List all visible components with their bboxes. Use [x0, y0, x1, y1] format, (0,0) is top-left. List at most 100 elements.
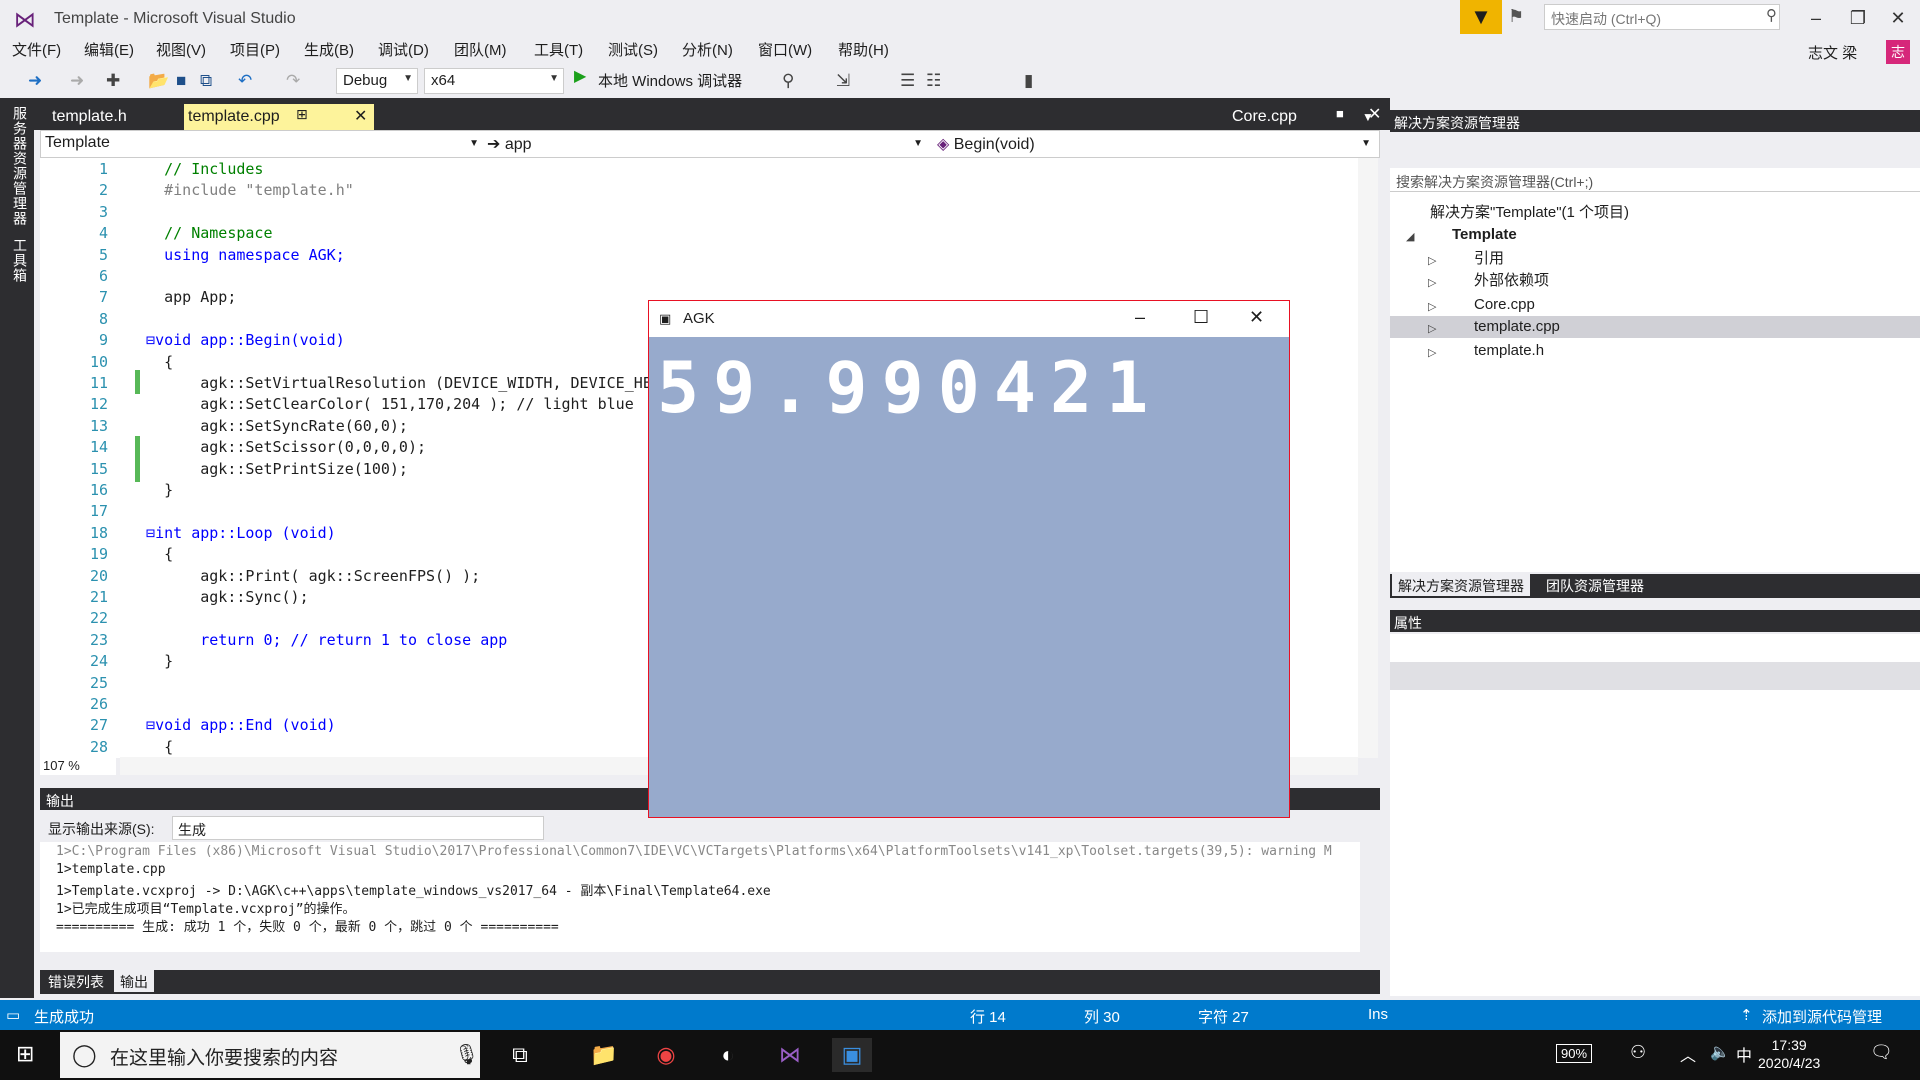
search-icon[interactable]: ⚲ — [1766, 6, 1777, 24]
close-button[interactable]: ✕ — [1249, 307, 1264, 328]
microphone-icon[interactable]: 🎙 — [454, 1042, 479, 1067]
menu-file[interactable]: 文件(F) — [12, 40, 61, 62]
menu-project[interactable]: 项目(P) — [230, 40, 280, 62]
notification-filter-icon[interactable]: ▼ — [1460, 0, 1502, 34]
save-icon[interactable]: ■ — [176, 70, 186, 92]
tab-output[interactable]: 输出 — [114, 970, 154, 992]
step-icon[interactable]: ⇲ — [836, 70, 850, 92]
save-all-icon[interactable]: ⧉ — [200, 70, 212, 92]
status-ins: Ins — [1368, 1006, 1389, 1023]
chevron-up-icon[interactable]: ︿ — [1680, 1042, 1696, 1066]
nav-scope-select[interactable]: Template ▼ — [45, 134, 485, 152]
maximize-button[interactable]: ☐ — [1193, 307, 1209, 328]
comment-icon[interactable]: ☷ — [926, 70, 941, 92]
tab-team-explorer[interactable]: 团队资源管理器 — [1540, 574, 1650, 596]
avatar[interactable]: 志 — [1886, 40, 1910, 64]
clock[interactable]: 17:39 2020/4/23 — [1758, 1036, 1820, 1072]
tab-core-cpp[interactable]: Core.cpp ■ ✕ — [1224, 104, 1381, 130]
tree-item-project[interactable]: Template — [1452, 224, 1517, 246]
minimize-button[interactable]: – — [1794, 2, 1838, 34]
taskbar-search-input[interactable]: 在这里输入你要搜索的内容 — [60, 1032, 480, 1078]
forward-icon[interactable]: ➜ — [70, 70, 84, 92]
tab-solution-explorer[interactable]: 解决方案资源管理器 — [1392, 574, 1530, 596]
menu-team[interactable]: 团队(M) — [454, 40, 507, 62]
tab-template-cpp[interactable]: template.cpp ⊞ ✕ — [184, 104, 374, 130]
menu-build[interactable]: 生成(B) — [304, 40, 354, 62]
start-debug-icon[interactable]: ▶ — [574, 66, 586, 86]
tree-selection-highlight — [1390, 316, 1920, 338]
window-title: Template - Microsoft Visual Studio — [54, 10, 296, 27]
menu-tools[interactable]: 工具(T) — [534, 40, 583, 62]
user-name[interactable]: 志文 梁 — [1808, 42, 1857, 63]
feedback-icon[interactable]: ⚑ — [1508, 6, 1524, 27]
server-explorer-tab[interactable]: 服务器资源管理器 — [10, 106, 30, 226]
minimize-button[interactable]: – — [1135, 307, 1145, 328]
menu-test[interactable]: 测试(S) — [608, 40, 658, 62]
bookmark-icon[interactable]: ▮ — [1024, 70, 1033, 92]
close-button[interactable]: ✕ — [1876, 2, 1920, 34]
menu-edit[interactable]: 编辑(E) — [84, 40, 134, 62]
back-icon[interactable]: ➜ — [28, 70, 42, 92]
menu-debug[interactable]: 调试(D) — [378, 40, 429, 62]
agk-title-bar[interactable]: ▣ AGK – ☐ ✕ — [649, 301, 1289, 337]
expand-icon[interactable]: ▷ — [1428, 254, 1436, 267]
tab-error-list[interactable]: 错误列表 — [42, 970, 110, 992]
solution-search-input[interactable]: 搜索解决方案资源管理器(Ctrl+;) — [1390, 168, 1920, 192]
redo-icon[interactable]: ↷ — [286, 70, 300, 92]
nav-member-select[interactable]: ◈ Begin(void) ▼ — [937, 134, 1377, 154]
ime-indicator[interactable]: 中 — [1736, 1042, 1752, 1066]
tab-list-dropdown-icon[interactable]: ▼ — [1362, 110, 1374, 124]
configuration-select[interactable]: Debug ▼ — [336, 68, 418, 94]
menu-view[interactable]: 视图(V) — [156, 40, 206, 62]
collapse-icon[interactable]: ◢ — [1406, 230, 1414, 243]
properties-object-select[interactable] — [1390, 634, 1920, 662]
expand-icon[interactable]: ▷ — [1428, 276, 1436, 289]
agk-render-canvas[interactable]: 59.990421 — [649, 337, 1289, 817]
agk-window-icon[interactable]: ▣ — [832, 1038, 872, 1072]
zoom-select[interactable]: 107 % — [40, 757, 116, 775]
chevron-down-icon: ▼ — [403, 73, 413, 84]
pin-icon[interactable]: ⊞ — [296, 106, 308, 123]
notification-icon[interactable]: 🗨 — [1870, 1042, 1893, 1063]
undo-icon[interactable]: ↶ — [238, 70, 252, 92]
line-number: 22 — [89, 609, 108, 628]
tree-item-core-cpp[interactable]: Core.cpp — [1474, 294, 1535, 316]
close-icon[interactable]: ✕ — [354, 106, 367, 126]
open-file-icon[interactable]: 📂 — [148, 70, 169, 92]
quick-launch-input[interactable]: 快速启动 (Ctrl+Q) — [1544, 4, 1780, 30]
windows-start-icon[interactable]: ⊞ — [16, 1042, 40, 1066]
tab-template-h[interactable]: template.h — [44, 104, 135, 130]
toolbox-tab[interactable]: 工具箱 — [10, 238, 30, 283]
start-debug-button[interactable]: 本地 Windows 调试器 — [598, 70, 742, 91]
people-icon[interactable]: ⚇ — [1630, 1042, 1646, 1063]
tree-item-references[interactable]: 引用 — [1474, 248, 1504, 270]
tab-label: template.h — [52, 108, 127, 125]
visual-studio-icon[interactable]: ⋈ — [770, 1038, 810, 1072]
pin-icon[interactable]: ■ — [1336, 106, 1344, 121]
restore-button[interactable]: ❐ — [1836, 2, 1880, 34]
chrome-icon[interactable]: ◉ — [646, 1038, 686, 1072]
menu-analyze[interactable]: 分析(N) — [682, 40, 733, 62]
battery-indicator[interactable]: 90% — [1556, 1044, 1593, 1063]
expand-icon[interactable]: ▷ — [1428, 300, 1436, 313]
menu-window[interactable]: 窗口(W) — [758, 40, 812, 62]
menu-help[interactable]: 帮助(H) — [838, 40, 889, 62]
task-view-icon[interactable]: ⧉ — [500, 1038, 540, 1072]
new-project-icon[interactable]: ✚ — [106, 70, 120, 92]
source-control-button[interactable]: 添加到源代码管理 — [1762, 1006, 1882, 1027]
tree-item-external-deps[interactable]: 外部依赖项 — [1474, 270, 1549, 292]
editor-vertical-scrollbar[interactable] — [1358, 158, 1378, 758]
expand-icon[interactable]: ▷ — [1428, 346, 1436, 359]
nav-class-select[interactable]: ➔ app ▼ — [487, 134, 929, 154]
speaker-icon[interactable]: 🔈 — [1710, 1042, 1730, 1062]
app-icon[interactable]: ◐ — [708, 1038, 748, 1072]
indent-icon[interactable]: ☰ — [900, 70, 915, 92]
tree-item-template-cpp[interactable]: template.cpp — [1474, 316, 1560, 338]
tree-item-template-h[interactable]: template.h — [1474, 340, 1544, 362]
expand-icon[interactable]: ▷ — [1428, 322, 1436, 335]
platform-select[interactable]: x64 ▼ — [424, 68, 564, 94]
file-explorer-icon[interactable]: 📁 — [584, 1038, 624, 1072]
tree-item-solution[interactable]: 解决方案"Template"(1 个项目) — [1430, 202, 1629, 224]
output-source-select[interactable]: 生成 — [172, 816, 544, 840]
find-icon[interactable]: ⚲ — [782, 70, 794, 92]
